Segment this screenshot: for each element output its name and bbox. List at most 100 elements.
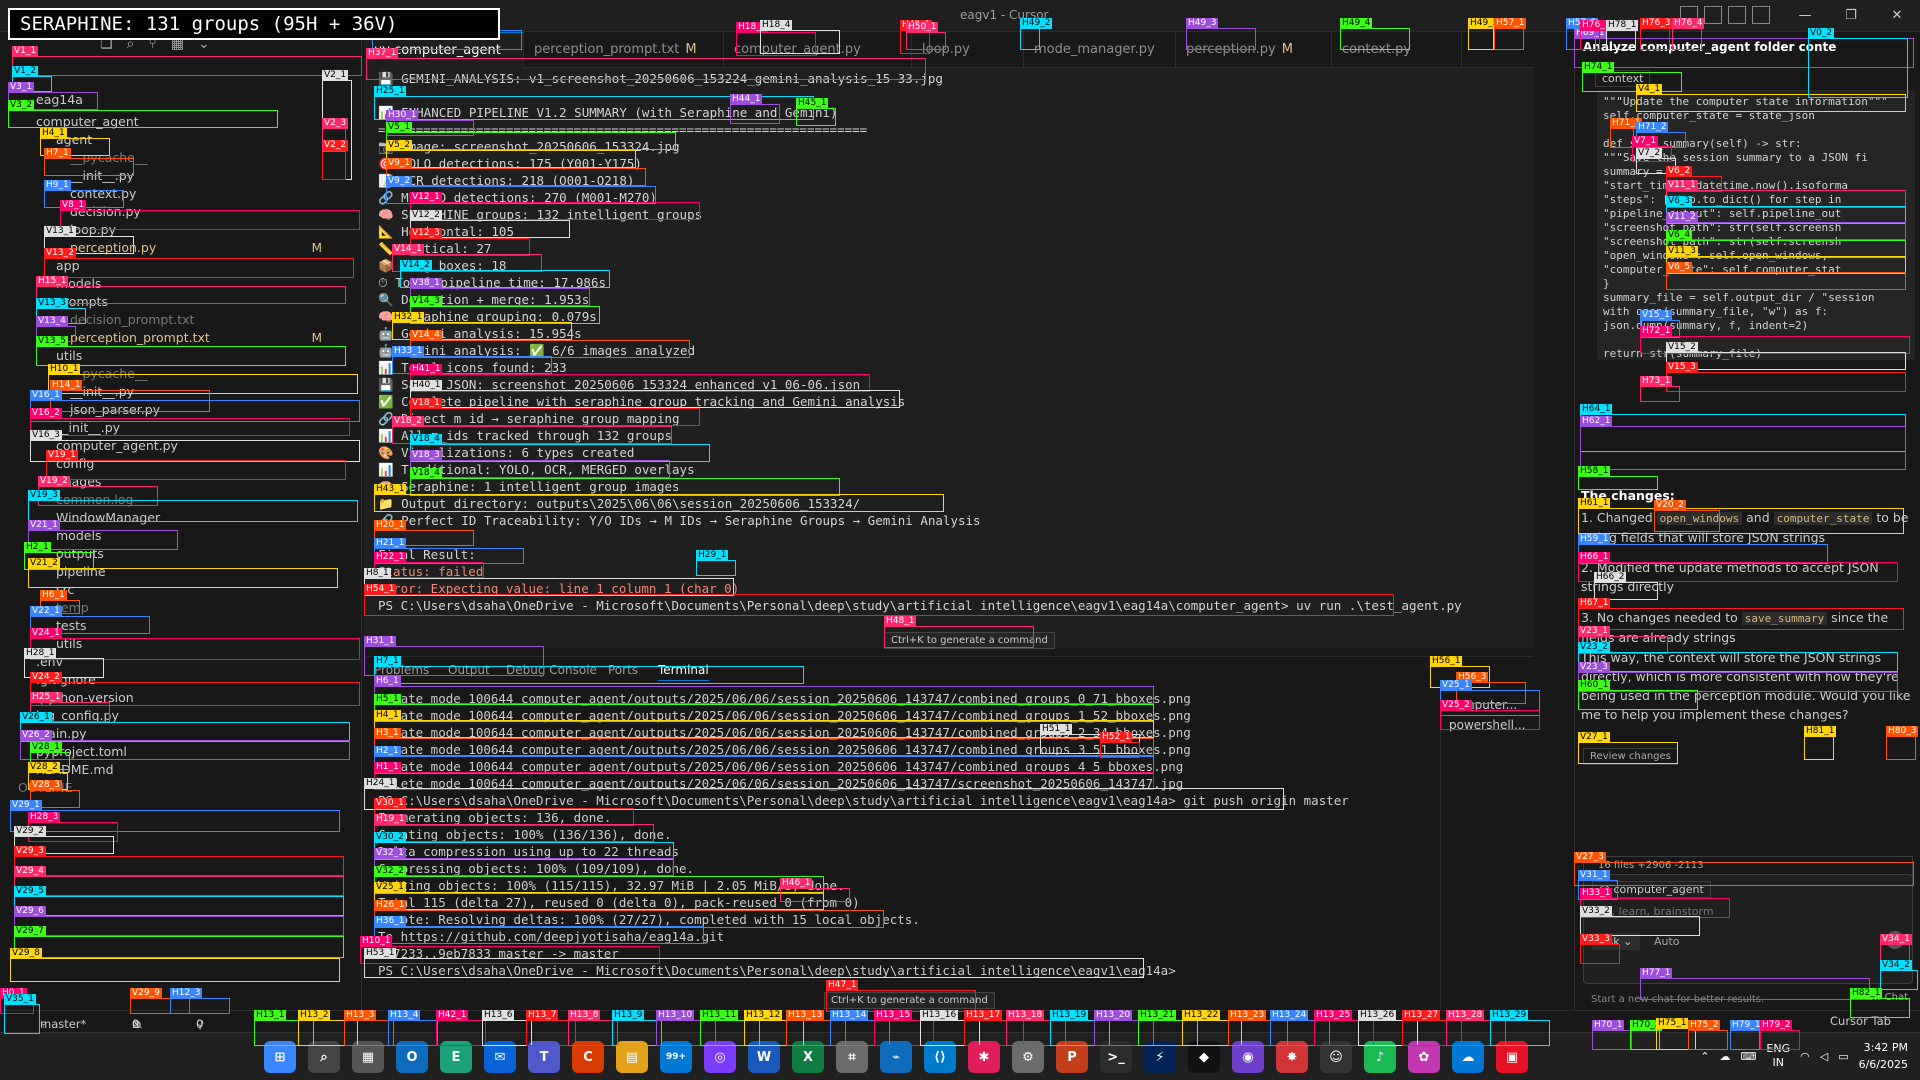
tree-item[interactable]: utils <box>56 634 340 654</box>
tree-item[interactable]: config <box>56 454 340 474</box>
editor-tab[interactable]: mode_manager.py <box>1024 32 1176 68</box>
editor-tab[interactable]: loop.py <box>912 32 1024 68</box>
tree-item[interactable]: decision.py <box>70 202 340 222</box>
editor-tab[interactable]: computer_agent.py <box>724 32 912 68</box>
tray-chevron-icon[interactable]: ⌃ <box>1700 1050 1709 1063</box>
tree-item[interactable]: agent <box>56 130 340 150</box>
new-chat-button[interactable]: New Chat <box>1860 992 1908 1003</box>
tree-item[interactable]: .python-version <box>36 688 340 708</box>
mode-dropdown[interactable]: Ask ⌄ <box>1592 933 1641 950</box>
taskbar-app-icon[interactable]: ⌕ <box>308 1041 340 1073</box>
customize-layout-icon[interactable] <box>1752 6 1770 24</box>
panel-tab[interactable]: Problems <box>374 663 429 677</box>
tree-item[interactable]: computer_agent <box>36 112 340 132</box>
close-window-icon[interactable]: ✕ <box>1874 0 1920 30</box>
taskbar-app-icon[interactable]: ⚡ <box>1144 1041 1176 1073</box>
tree-item[interactable]: log_config.py <box>36 706 340 726</box>
clock[interactable]: 3:42 PM 6/6/2025 <box>1859 1039 1908 1073</box>
review-changes-button[interactable]: Review changes <box>1583 748 1678 765</box>
taskbar-app-icon[interactable]: W <box>748 1041 780 1073</box>
tree-item[interactable]: WindowManager <box>56 508 340 528</box>
model-dropdown[interactable]: Auto <box>1654 935 1680 948</box>
restore-icon[interactable]: ❐ <box>1828 0 1874 30</box>
tree-item[interactable]: __pycache__ <box>70 148 340 168</box>
explorer-root[interactable]: eag14a <box>36 90 83 110</box>
tree-item[interactable]: images <box>56 472 340 492</box>
taskbar-app-icon[interactable]: ⟨⟩ <box>924 1041 956 1073</box>
taskbar-app-icon[interactable]: >_ <box>1100 1041 1132 1073</box>
taskbar-app-icon[interactable]: ▦ <box>352 1041 384 1073</box>
editor-tab[interactable]: context.py <box>1332 32 1462 68</box>
context-chip[interactable]: context <box>1595 70 1651 87</box>
panel-tab[interactable]: Ports <box>608 663 638 677</box>
tree-item[interactable]: prompts <box>56 292 340 312</box>
tree-item[interactable]: perception.py M <box>70 238 340 258</box>
tree-item[interactable]: common.log <box>56 490 340 510</box>
chat-input-box[interactable]: @ computer_agent Ask, learn, brainstorm … <box>1583 874 1913 984</box>
taskbar-app-icon[interactable]: ☺ <box>1320 1041 1352 1073</box>
taskbar-app-icon[interactable]: O <box>396 1041 428 1073</box>
taskbar-app-icon[interactable]: T <box>528 1041 560 1073</box>
tree-item[interactable]: pipeline <box>56 562 340 582</box>
tree-item[interactable]: main.py <box>36 724 340 744</box>
terminal[interactable]: create mode 100644 computer_agent/output… <box>364 686 1424 1022</box>
panel-tab[interactable]: Terminal <box>658 663 709 681</box>
chat-input-placeholder[interactable]: Ask, learn, brainstorm <box>1592 905 1714 918</box>
taskbar-app-icon[interactable]: X <box>792 1041 824 1073</box>
tree-item[interactable]: decision_prompt.txt <box>70 310 340 330</box>
minimize-icon[interactable]: — <box>1782 0 1828 30</box>
language-indicator[interactable]: ENG IN <box>1766 1042 1790 1070</box>
toggle-secondary-sidebar-icon[interactable] <box>1728 6 1746 24</box>
taskbar-app-icon[interactable]: ☁ <box>1452 1041 1484 1073</box>
taskbar-app-icon[interactable]: ◎ <box>704 1041 736 1073</box>
panel-tab[interactable]: Output <box>448 663 490 677</box>
toggle-sidebar-icon[interactable] <box>1680 6 1698 24</box>
terminal-list-item[interactable]: computer... <box>1449 698 1517 712</box>
taskbar-app-icon[interactable]: ⌁ <box>880 1041 912 1073</box>
taskbar-app-icon[interactable]: ▤ <box>616 1041 648 1073</box>
tree-item[interactable]: tests <box>56 616 340 636</box>
cursor-tab-indicator[interactable]: Cursor Tab <box>1830 1014 1891 1028</box>
tree-item[interactable]: pyproject.toml <box>36 742 340 762</box>
tree-item[interactable]: src <box>56 580 340 600</box>
taskbar-app-icon[interactable]: ⚙ <box>1012 1041 1044 1073</box>
wifi-icon[interactable]: ◠ <box>1800 1050 1810 1063</box>
editor-terminal-output[interactable]: 💾 GEMINI_ANALYSIS: v1_screenshot_2025060… <box>364 68 1534 648</box>
tree-item[interactable]: outputs <box>56 544 340 564</box>
tree-item[interactable]: json_parser.py <box>70 400 340 420</box>
taskbar-app-icon[interactable]: ▣ <box>1496 1041 1528 1073</box>
taskbar-app-icon[interactable]: ♪ <box>1364 1041 1396 1073</box>
tree-item[interactable]: context.py <box>70 184 340 204</box>
tree-item[interactable]: temp <box>56 598 340 618</box>
send-icon[interactable] <box>1886 931 1904 949</box>
tree-item[interactable]: models <box>56 526 340 546</box>
taskbar-app-icon[interactable]: 99+ <box>660 1041 692 1073</box>
tree-item[interactable]: perception_prompt.txt M <box>70 328 340 348</box>
tree-item[interactable]: .env <box>36 652 340 672</box>
taskbar-app-icon[interactable]: ⊞ <box>264 1041 296 1073</box>
editor-tab[interactable]: perception.py M <box>1176 32 1332 68</box>
taskbar-app-icon[interactable]: ⌗ <box>836 1041 868 1073</box>
tree-item[interactable]: __init__.py <box>70 166 340 186</box>
toggle-panel-icon[interactable] <box>1704 6 1722 24</box>
tree-item[interactable]: loop.py <box>70 220 340 240</box>
tree-item[interactable]: app <box>56 256 340 276</box>
tree-item[interactable]: __pycache__ <box>70 364 340 384</box>
taskbar-app-icon[interactable]: ✉ <box>484 1041 516 1073</box>
tree-item[interactable]: __init__.py <box>56 418 340 438</box>
taskbar-app-icon[interactable]: ✱ <box>968 1041 1000 1073</box>
keyboard-icon[interactable]: ⌨ <box>1741 1050 1757 1063</box>
panel-tab[interactable]: Debug Console <box>506 663 597 677</box>
taskbar-app-icon[interactable]: C <box>572 1041 604 1073</box>
taskbar-app-icon[interactable]: ✸ <box>1276 1041 1308 1073</box>
tree-item[interactable]: computer_agent.py <box>56 436 340 456</box>
battery-icon[interactable]: ▭ <box>1838 1050 1848 1063</box>
taskbar-app-icon[interactable]: ✿ <box>1408 1041 1440 1073</box>
taskbar-app-icon[interactable]: ◉ <box>1232 1041 1264 1073</box>
taskbar-app-icon[interactable]: P <box>1056 1041 1088 1073</box>
tree-item[interactable]: README.md <box>36 760 340 780</box>
tree-item[interactable]: .gitignore <box>36 670 340 690</box>
volume-icon[interactable]: ◁ <box>1820 1050 1828 1063</box>
taskbar-app-icon[interactable]: E <box>440 1041 472 1073</box>
cloud-icon[interactable]: ☁ <box>1720 1050 1731 1063</box>
